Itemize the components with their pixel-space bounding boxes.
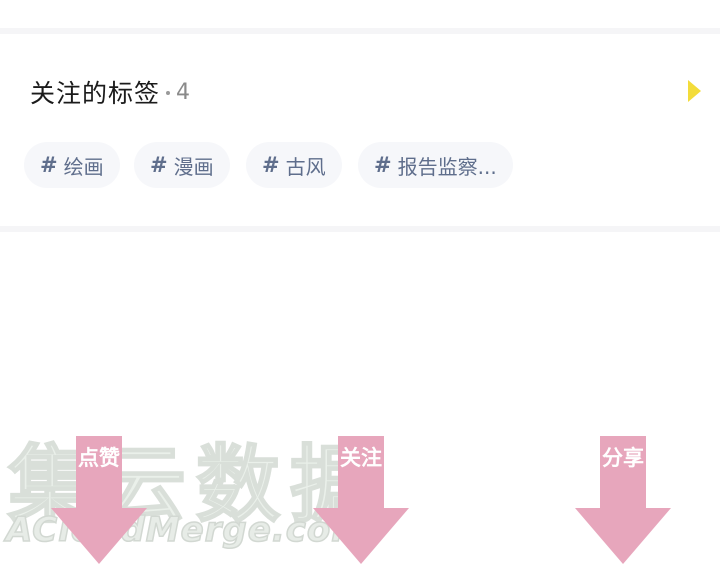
like-cue-label: 点赞 — [78, 446, 120, 470]
section-divider — [0, 226, 720, 232]
hash-icon: # — [40, 153, 58, 177]
section-divider — [0, 28, 720, 34]
tag-chip[interactable]: # 漫画 — [134, 142, 230, 188]
follow-cue-label: 关注 — [340, 446, 382, 470]
section-title: 关注的标签 — [30, 79, 161, 108]
arrow-head — [313, 508, 409, 564]
tag-count: 4 — [166, 80, 190, 105]
tag-chip[interactable]: # 古风 — [246, 142, 342, 188]
arrow-head — [575, 508, 671, 564]
followed-tags-header[interactable]: 关注的标签 4 — [30, 72, 190, 112]
triangle-right-icon[interactable] — [688, 80, 701, 102]
hash-icon: # — [374, 153, 392, 177]
tag-chip[interactable]: # 报告监察... — [358, 142, 513, 188]
tag-label: 绘画 — [63, 154, 104, 179]
arrow-head — [51, 508, 147, 564]
dot-separator-icon — [166, 90, 171, 95]
tag-count-value: 4 — [176, 79, 191, 105]
tag-chip[interactable]: # 绘画 — [24, 142, 120, 188]
tag-label: 报告监察... — [397, 154, 497, 179]
tag-label: 古风 — [285, 154, 326, 179]
tag-label: 漫画 — [173, 154, 214, 179]
top-card-area — [0, 0, 720, 28]
hash-icon: # — [262, 153, 280, 177]
hash-icon: # — [150, 153, 168, 177]
share-cue-label: 分享 — [602, 446, 644, 470]
